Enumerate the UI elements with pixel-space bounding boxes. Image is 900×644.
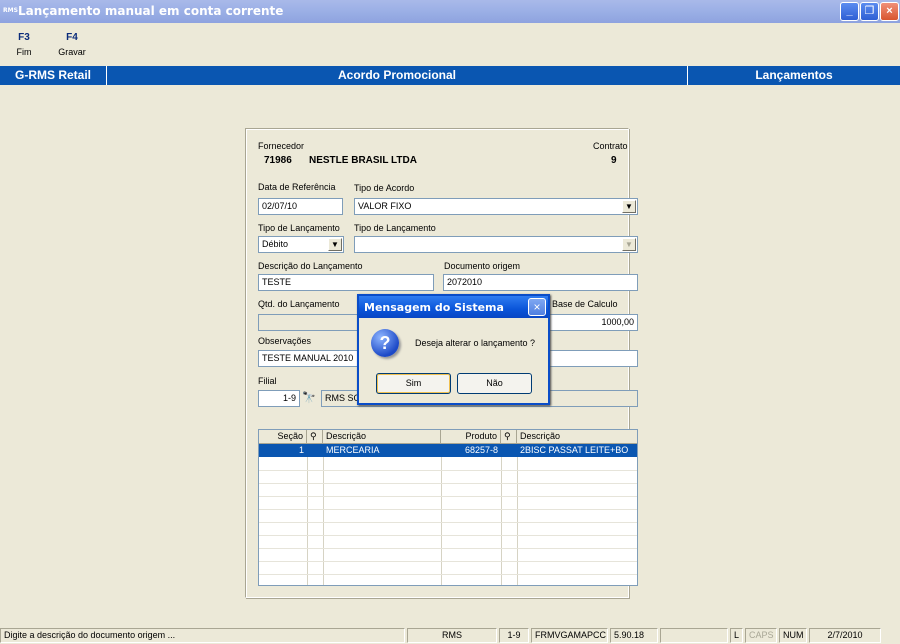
cell-descricao-produto[interactable]: 2BISC PASSAT LEITE+BO — [517, 444, 637, 457]
lancamentos-grid[interactable]: Seção ⚲ Descrição Produto ⚲ Descrição 1 … — [258, 429, 638, 586]
grid-line — [259, 483, 637, 484]
chevron-down-icon[interactable]: ▼ — [622, 200, 636, 213]
tipo-acordo-label: Tipo de Acordo — [354, 183, 415, 193]
col-header-descricao[interactable]: Descrição — [323, 430, 441, 444]
message-dialog: Mensagem do Sistema × ? Deseja alterar o… — [357, 294, 550, 405]
status-filial: 1-9 — [499, 628, 529, 643]
f3-label: Fim — [16, 47, 32, 57]
descricao-lancamento-field[interactable]: TESTE — [258, 274, 434, 291]
contrato-label: Contrato — [593, 141, 628, 151]
col-header-secao[interactable]: Seção — [259, 430, 307, 444]
chevron-down-icon[interactable]: ▼ — [328, 238, 342, 251]
minimize-button[interactable]: _ — [840, 2, 859, 21]
cell-produto[interactable]: 68257-8 — [441, 444, 501, 457]
band-module-title: Acordo Promocional — [337, 68, 456, 82]
tipo-lancamento2-select[interactable]: ▼ — [354, 236, 638, 253]
filial-field[interactable]: 1-9 — [258, 390, 300, 407]
grid-line — [259, 561, 637, 562]
grid-line — [259, 535, 637, 536]
status-l: L — [730, 628, 743, 643]
restore-button[interactable]: ❐ — [860, 2, 879, 21]
band-app-name: G-RMS Retail — [14, 68, 91, 82]
f4-key: F4 — [66, 32, 78, 43]
data-referencia-label: Data de Referência — [258, 182, 336, 192]
status-caps: CAPS — [745, 628, 777, 643]
window-title-bar[interactable]: RMS Lançamento manual em conta corrente … — [0, 0, 900, 23]
dialog-message: Deseja alterar o lançamento ? — [415, 338, 536, 348]
binoculars-icon[interactable]: 🔭 — [302, 391, 316, 404]
status-form-name: FRMVGAMAPCC — [531, 628, 608, 643]
status-empty — [660, 628, 728, 643]
grid-line — [259, 509, 637, 510]
yes-button[interactable]: Sim — [376, 373, 451, 394]
window-title: Lançamento manual em conta corrente — [18, 4, 284, 18]
tipo-lancamento2-label: Tipo de Lançamento — [354, 223, 436, 233]
f4-label: Gravar — [58, 47, 86, 57]
no-button[interactable]: Não — [457, 373, 532, 394]
fornecedor-label: Fornecedor — [258, 141, 305, 151]
tipo-acordo-select[interactable]: VALOR FIXO ▼ — [354, 198, 638, 215]
filial-label: Filial — [258, 376, 277, 386]
cell-secao[interactable]: 1 — [259, 444, 307, 457]
status-version: 5.90.18 — [610, 628, 658, 643]
tipo-lancamento-value: Débito — [262, 239, 289, 249]
close-button[interactable]: × — [880, 2, 899, 21]
fornecedor-name: NESTLE BRASIL LTDA — [309, 155, 417, 166]
binoculars-icon[interactable]: ⚲ — [501, 430, 517, 444]
header-band: G-RMS Retail Acordo Promocional Lançamen… — [0, 66, 900, 85]
status-bar: Digite a descrição do documento origem .… — [0, 626, 900, 644]
grid-line — [259, 574, 637, 575]
band-section-title: Lançamentos — [755, 68, 833, 82]
col-header-descricao-produto[interactable]: Descrição — [517, 430, 637, 444]
status-system: RMS — [407, 628, 497, 643]
col-header-produto[interactable]: Produto — [441, 430, 501, 444]
close-icon[interactable]: × — [528, 298, 546, 316]
cell-descricao[interactable]: MERCEARIA — [323, 444, 441, 457]
f3-fim-button[interactable]: F3 Fim — [4, 32, 44, 57]
status-num: NUM — [779, 628, 807, 643]
grid-line — [259, 496, 637, 497]
contrato-value: 9 — [611, 155, 617, 166]
tipo-lancamento-label: Tipo de Lançamento — [258, 223, 340, 233]
question-icon: ? — [371, 329, 399, 357]
chevron-down-icon[interactable]: ▼ — [622, 238, 636, 251]
app-icon: RMS — [3, 7, 18, 14]
fornecedor-code: 71986 — [264, 155, 292, 166]
f3-key: F3 — [18, 32, 30, 43]
base-calculo-label: Base de Calculo — [552, 299, 618, 309]
grid-line — [259, 522, 637, 523]
data-referencia-field[interactable]: 02/07/10 — [258, 198, 343, 215]
grid-line — [259, 548, 637, 549]
dialog-title[interactable]: Mensagem do Sistema — [359, 296, 548, 318]
tipo-lancamento-select[interactable]: Débito ▼ — [258, 236, 344, 253]
f4-gravar-button[interactable]: F4 Gravar — [52, 32, 92, 57]
qtd-lancamento-label: Qtd. do Lançamento — [258, 299, 340, 309]
documento-origem-label: Documento origem — [444, 261, 521, 271]
base-calculo-field[interactable]: 1000,00 — [545, 314, 638, 331]
observacoes-label: Observações — [258, 336, 312, 346]
status-date: 2/7/2010 — [809, 628, 881, 643]
grid-line — [259, 470, 637, 471]
documento-origem-field[interactable]: 2072010 — [443, 274, 638, 291]
binoculars-icon[interactable]: ⚲ — [307, 430, 323, 444]
status-message: Digite a descrição do documento origem .… — [0, 628, 405, 643]
descricao-lancamento-label: Descrição do Lançamento — [258, 261, 363, 271]
qtd-lancamento-field[interactable] — [258, 314, 358, 331]
tipo-acordo-value: VALOR FIXO — [358, 201, 412, 211]
